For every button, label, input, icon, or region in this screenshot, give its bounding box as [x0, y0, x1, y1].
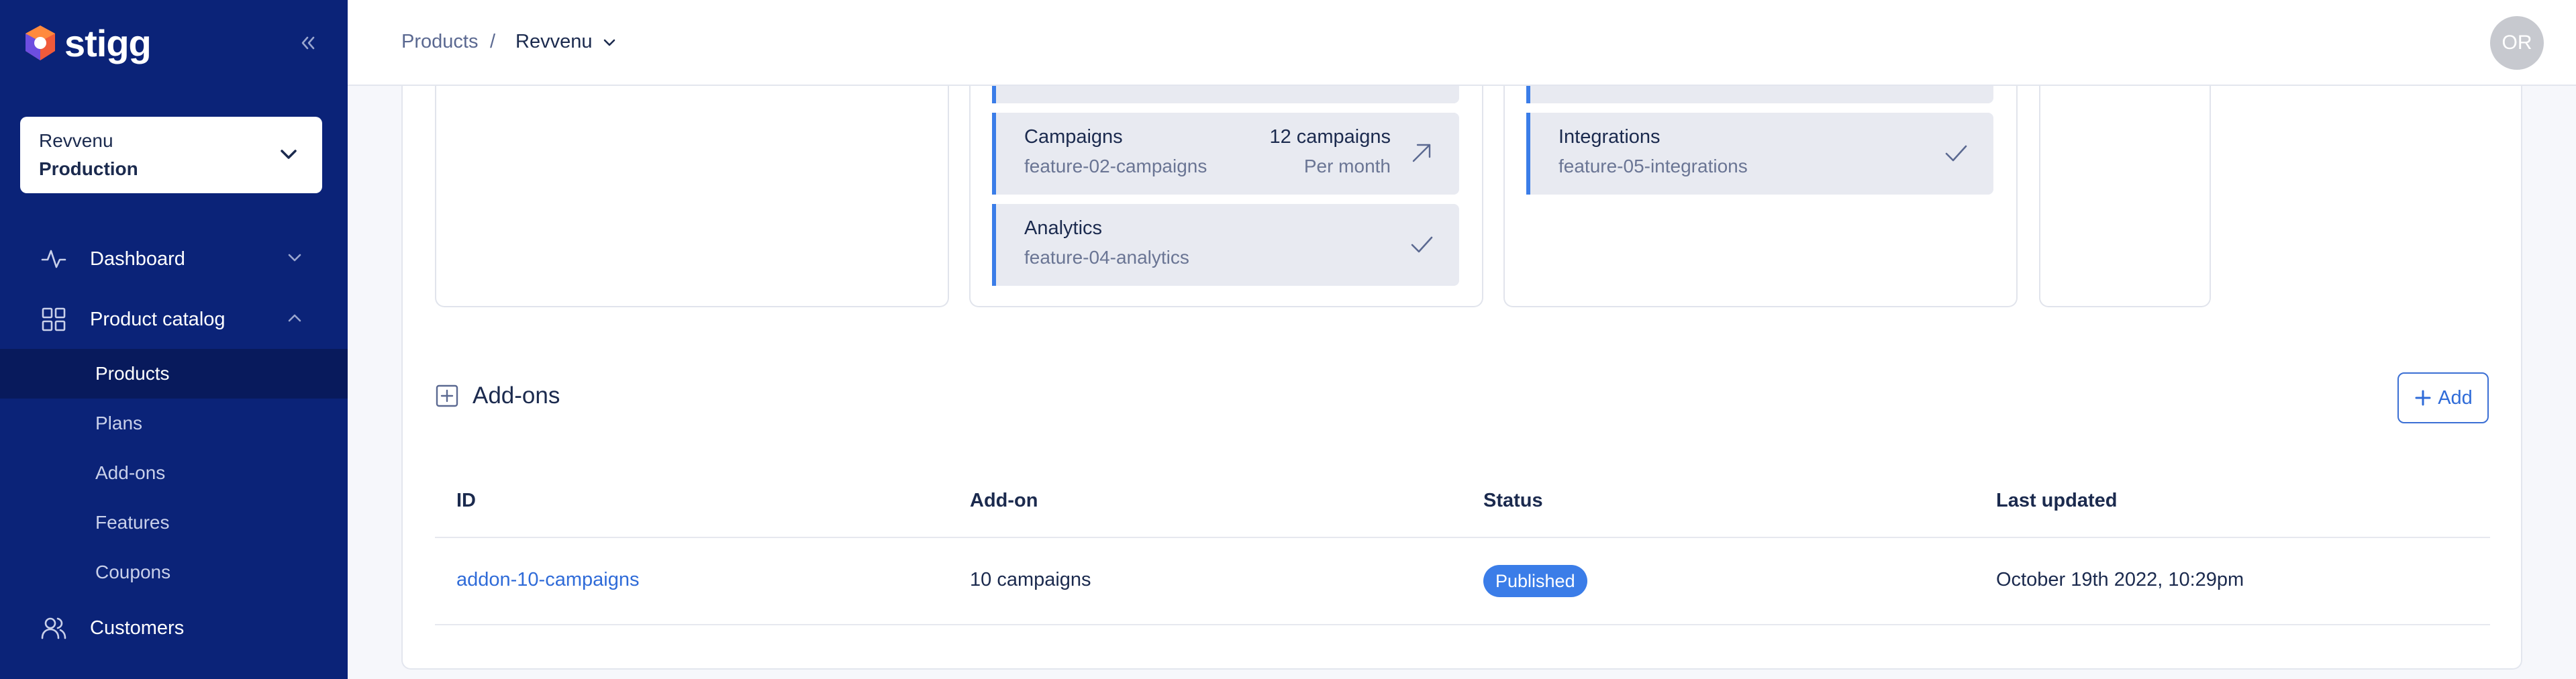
table-divider: [435, 624, 2490, 625]
addons-title: Add-ons: [473, 382, 560, 409]
column-header-last-updated[interactable]: Last updated: [1996, 490, 2117, 512]
feature-row-campaigns[interactable]: Campaigns feature-02-campaigns 12 campai…: [992, 113, 1459, 195]
feature-name: Integrations: [1558, 126, 1661, 148]
environment-selector[interactable]: Revvenu Production: [20, 117, 322, 193]
nav-dashboard[interactable]: Dashboard: [0, 235, 348, 283]
addon-id-link[interactable]: addon-10-campaigns: [456, 569, 639, 591]
nav-products-label: Products: [95, 363, 170, 384]
chevron-down-icon: [604, 39, 615, 46]
grid-icon: [39, 305, 68, 334]
table-divider: [435, 537, 2490, 538]
environment-product: Revvenu: [39, 130, 113, 151]
nav-customers[interactable]: Customers: [0, 604, 348, 652]
breadcrumb-products[interactable]: Products: [401, 31, 478, 53]
feature-quantity: 12 campaigns: [1269, 126, 1391, 148]
breadcrumb-current-label: Revvenu: [515, 31, 593, 52]
activity-icon: [39, 244, 68, 274]
nav-dashboard-label: Dashboard: [90, 248, 185, 270]
nav-coupons-label: Coupons: [95, 562, 171, 582]
environment-name: Production: [39, 158, 138, 179]
nav-plans-label: Plans: [95, 413, 143, 433]
check-icon: [1941, 138, 1971, 168]
stigg-logo-icon: [20, 23, 60, 63]
feature-row-integrations[interactable]: Integrations feature-05-integrations: [1526, 113, 1993, 195]
feature-row-partial: [1526, 86, 1993, 103]
nav-product-catalog-label: Product catalog: [90, 308, 226, 330]
feature-slug: feature-05-integrations: [1558, 156, 1748, 176]
nav-features-label: Features: [95, 512, 170, 533]
check-icon: [1407, 229, 1436, 259]
breadcrumb-current[interactable]: Revvenu: [515, 31, 617, 53]
feature-slug: feature-04-analytics: [1024, 247, 1189, 268]
nav-customers-label: Customers: [90, 617, 185, 639]
feature-row-analytics[interactable]: Analytics feature-04-analytics: [992, 204, 1459, 286]
arrow-up-right-icon: [1407, 138, 1436, 168]
addons-section-header: Add-ons: [435, 382, 560, 409]
nav-product-catalog[interactable]: Product catalog: [0, 295, 348, 344]
sidebar: stigg Revvenu Production Dashboard Produ…: [0, 0, 348, 679]
status-badge: Published: [1483, 565, 1587, 597]
double-chevron-left-icon: [301, 36, 315, 50]
nav-features[interactable]: Features: [0, 498, 348, 547]
logo[interactable]: stigg: [20, 21, 152, 64]
nav-add-ons[interactable]: Add-ons: [0, 448, 348, 498]
top-bar: Products / Revvenu OR: [348, 0, 2576, 86]
column-header-addon[interactable]: Add-on: [970, 490, 1038, 512]
plan-column-1: [435, 86, 949, 307]
breadcrumb-separator: /: [490, 31, 496, 52]
nav-products[interactable]: Products: [0, 349, 348, 399]
plus-icon: [2415, 390, 2431, 406]
column-header-id[interactable]: ID: [456, 490, 476, 512]
users-icon: [39, 613, 68, 643]
chevron-down-icon: [278, 144, 299, 168]
feature-slug: feature-02-campaigns: [1024, 156, 1207, 176]
add-button-label: Add: [2438, 386, 2473, 409]
add-addon-button[interactable]: Add: [2397, 372, 2489, 423]
column-header-status[interactable]: Status: [1483, 490, 1543, 512]
avatar-initials: OR: [2501, 32, 2532, 54]
feature-name: Analytics: [1024, 217, 1103, 239]
nav-plans[interactable]: Plans: [0, 399, 348, 448]
feature-period: Per month: [1303, 156, 1391, 176]
collapse-sidebar-button[interactable]: [294, 30, 321, 56]
avatar[interactable]: OR: [2490, 16, 2544, 70]
chevron-up-icon: [285, 308, 305, 331]
plan-column-4: [2039, 86, 2211, 307]
nav-coupons[interactable]: Coupons: [0, 547, 348, 597]
addon-last-updated: October 19th 2022, 10:29pm: [1996, 569, 2244, 590]
feature-name: Campaigns: [1024, 126, 1123, 148]
brand-name: stigg: [64, 21, 152, 64]
feature-row-partial: [992, 86, 1459, 103]
addon-name: 10 campaigns: [970, 569, 1091, 590]
chevron-down-icon: [285, 248, 305, 271]
plus-square-icon: [436, 384, 458, 407]
nav-add-ons-label: Add-ons: [95, 462, 166, 483]
